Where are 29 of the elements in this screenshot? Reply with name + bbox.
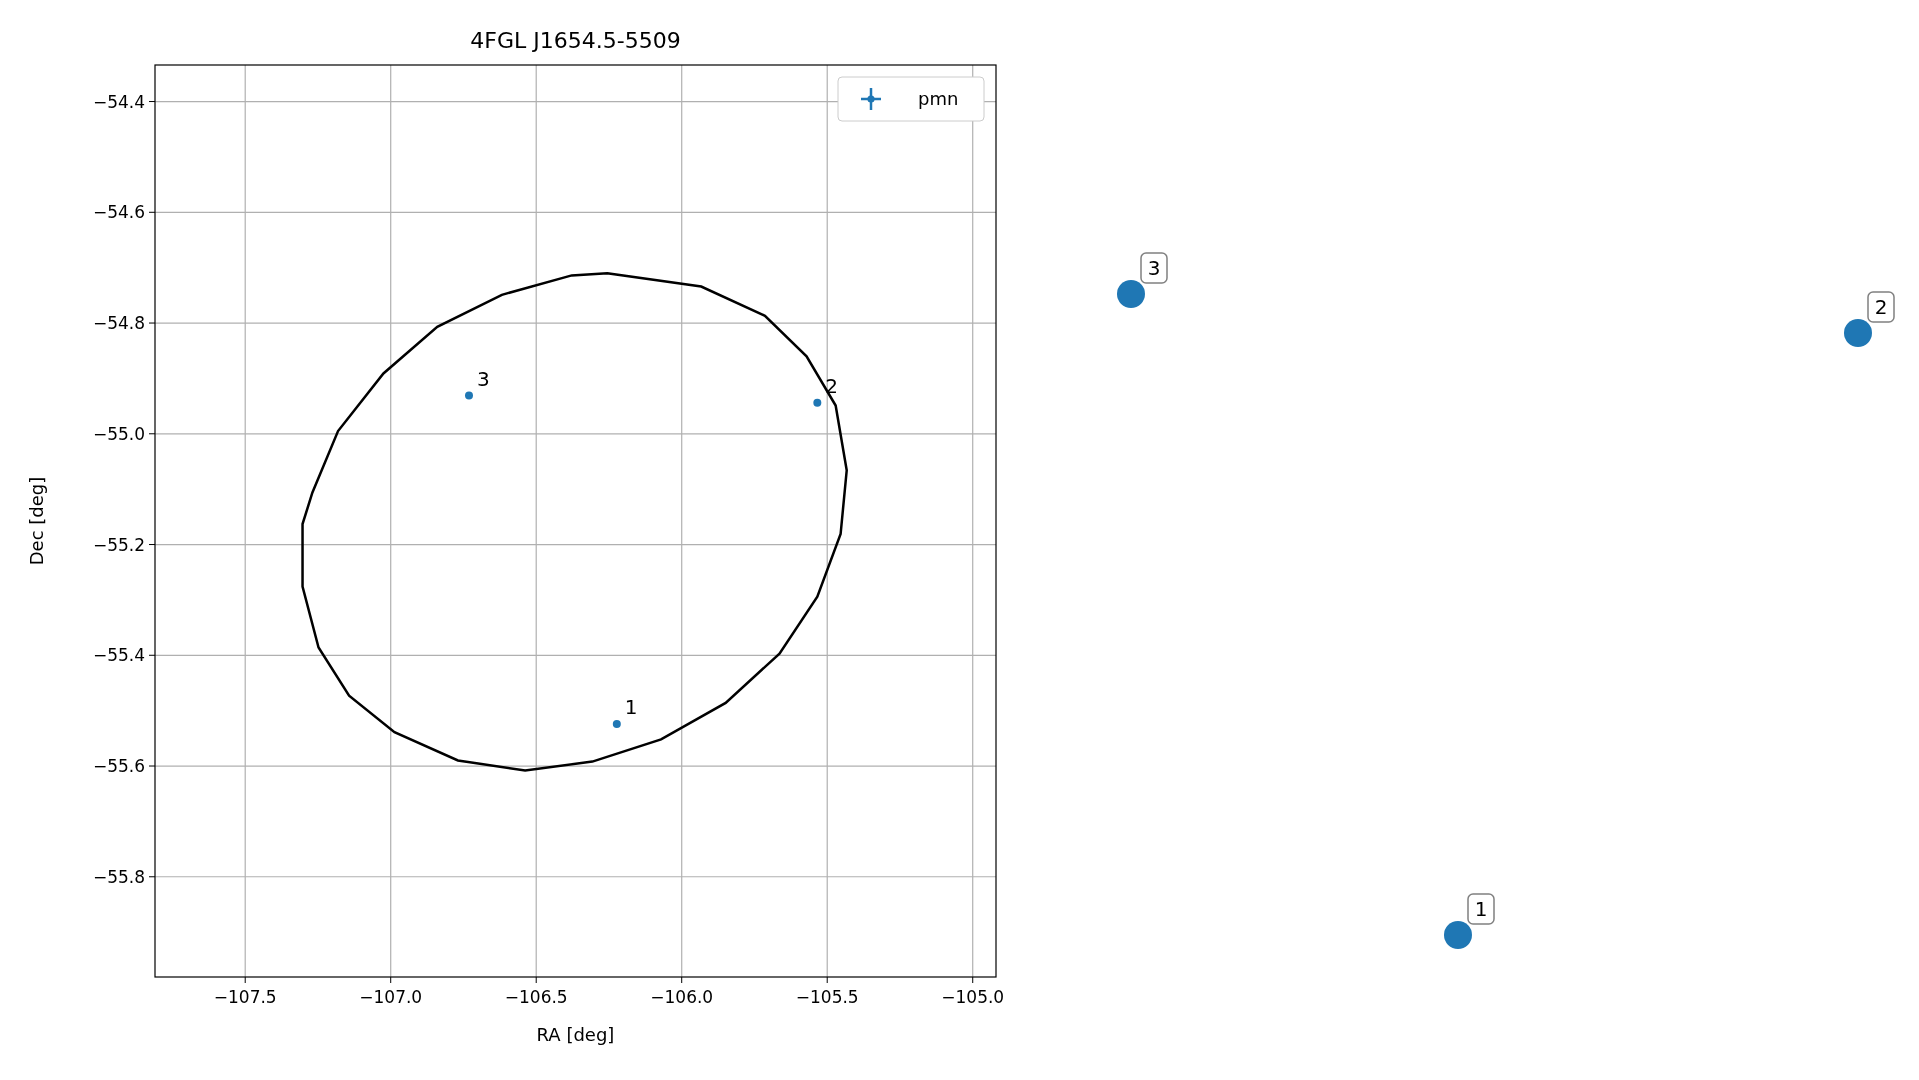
y-tick-label: −55.8 xyxy=(92,866,145,887)
marker-label-tag: 2 xyxy=(1867,291,1895,323)
marker-label-tag: 3 xyxy=(1140,252,1168,284)
x-tick-label: −107.0 xyxy=(359,987,423,1007)
marker-dot xyxy=(1444,921,1472,949)
marker-label-tag: 1 xyxy=(1467,893,1495,925)
y-tick-label: −55.6 xyxy=(92,756,145,777)
y-tick-label: −54.4 xyxy=(92,91,145,112)
x-axis-label: RA [deg] xyxy=(536,1024,615,1045)
y-tick-label: −54.8 xyxy=(92,313,145,334)
point-label: 1 xyxy=(624,694,638,719)
data-point xyxy=(612,719,621,728)
marker-dot xyxy=(1117,280,1145,308)
x-tick-label: −105.5 xyxy=(795,987,859,1007)
x-tick-label: −107.5 xyxy=(213,987,277,1007)
y-axis-label: Dec [deg] xyxy=(26,476,47,566)
y-tick-label: −55.0 xyxy=(92,423,145,444)
x-tick-label: −106.0 xyxy=(650,987,714,1007)
legend-label: pmn xyxy=(918,88,959,109)
y-tick-label: −55.2 xyxy=(92,534,145,555)
y-tick-label: −55.4 xyxy=(92,645,145,666)
marker-dot xyxy=(1844,319,1872,347)
data-point xyxy=(465,391,473,400)
x-tick-label: −106.5 xyxy=(504,987,568,1007)
x-tick-label: −105.0 xyxy=(941,987,1005,1007)
y-tick-label: −54.6 xyxy=(92,202,145,223)
data-point xyxy=(813,398,822,407)
chart-title: 4FGL J1654.5-5509 xyxy=(470,28,681,53)
point-label: 3 xyxy=(477,366,490,391)
